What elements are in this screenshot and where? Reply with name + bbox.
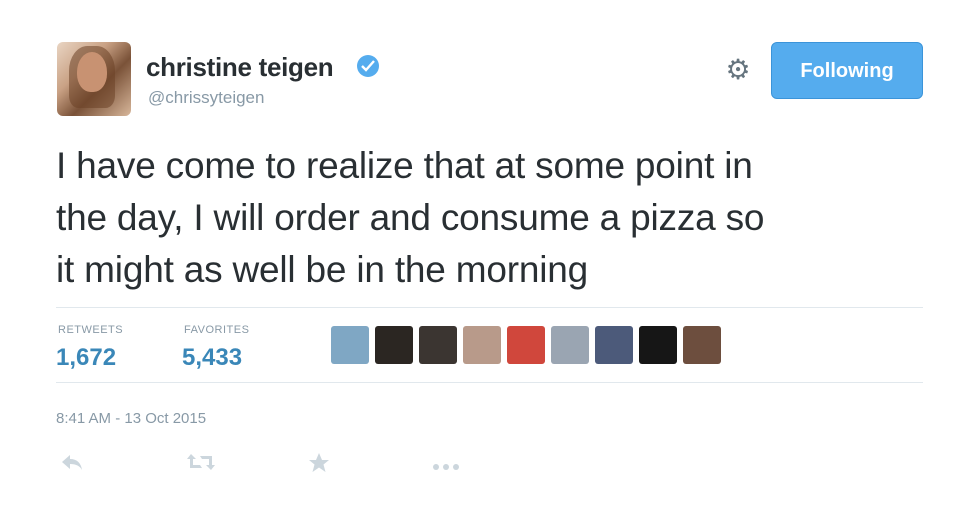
author-display-name[interactable]: christine teigen bbox=[146, 52, 334, 83]
favorites-count[interactable]: 5,433 bbox=[182, 344, 242, 372]
favoriter-avatar-6[interactable] bbox=[551, 326, 589, 364]
profile-avatar[interactable] bbox=[57, 42, 131, 116]
tweet-text-line: the day, I will order and consume a pizz… bbox=[56, 197, 765, 238]
following-button[interactable]: Following bbox=[771, 42, 923, 99]
star-icon[interactable] bbox=[308, 452, 330, 480]
retweets-label: RETWEETS bbox=[58, 324, 124, 336]
favoriters-list bbox=[331, 326, 721, 366]
gear-icon[interactable]: ⚙ bbox=[724, 56, 752, 84]
tweet-timestamp[interactable]: 8:41 AM - 13 Oct 2015 bbox=[56, 410, 206, 427]
favoriter-avatar-2[interactable] bbox=[375, 326, 413, 364]
divider bbox=[56, 382, 923, 383]
tweet-text-line: it might as well be in the morning bbox=[56, 249, 589, 290]
favoriter-avatar-8[interactable] bbox=[639, 326, 677, 364]
reply-icon[interactable] bbox=[60, 452, 84, 478]
favoriter-avatar-7[interactable] bbox=[595, 326, 633, 364]
tweet-text-line: I have come to realize that at some poin… bbox=[56, 145, 753, 186]
divider bbox=[56, 307, 923, 308]
favoriter-avatar-3[interactable] bbox=[419, 326, 457, 364]
verified-badge-icon bbox=[357, 55, 379, 77]
tweet-text: I have come to realize that at some poin… bbox=[56, 140, 926, 296]
retweets-count[interactable]: 1,672 bbox=[56, 344, 116, 372]
favoriter-avatar-4[interactable] bbox=[463, 326, 501, 364]
author-handle[interactable]: @chrissyteigen bbox=[148, 88, 264, 108]
favoriter-avatar-1[interactable] bbox=[331, 326, 369, 364]
favorites-label: FAVORITES bbox=[184, 324, 250, 336]
favoriter-avatar-9[interactable] bbox=[683, 326, 721, 364]
retweet-icon[interactable] bbox=[186, 452, 216, 478]
favoriter-avatar-5[interactable] bbox=[507, 326, 545, 364]
more-icon[interactable] bbox=[432, 452, 460, 478]
